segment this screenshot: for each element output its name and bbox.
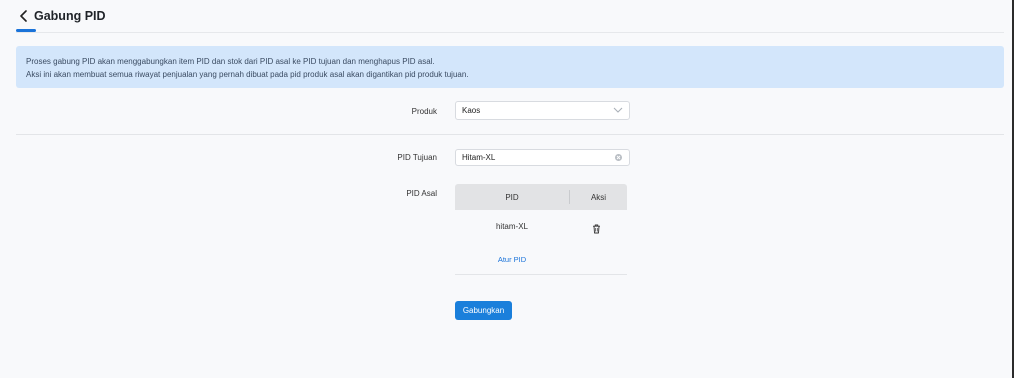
gabungkan-button[interactable]: Gabungkan xyxy=(455,301,512,320)
pid-asal-table: PID Aksi hitam-XL Atur PID xyxy=(455,184,627,275)
table-header: PID Aksi xyxy=(455,184,627,210)
pid-tujuan-value: Hitam-XL xyxy=(462,153,496,162)
produk-select-value: Kaos xyxy=(462,106,481,115)
banner-line-1: Proses gabung PID akan menggabungkan ite… xyxy=(26,57,435,66)
produk-select[interactable]: Kaos xyxy=(455,101,630,120)
section-divider xyxy=(16,134,1004,135)
column-header-pid: PID xyxy=(505,193,519,202)
info-banner: Proses gabung PID akan menggabungkan ite… xyxy=(16,46,1004,88)
page: Gabung PID Proses gabung PID akan mengga… xyxy=(0,0,1012,378)
pid-tujuan-input[interactable]: Hitam-XL xyxy=(455,149,630,166)
page-header: Gabung PID xyxy=(0,0,1012,33)
table-cell-pid: hitam-XL xyxy=(495,222,528,231)
pid-asal-label: PID Asal xyxy=(406,189,437,198)
column-header-aksi: Aksi xyxy=(590,193,607,202)
trash-icon[interactable] xyxy=(592,221,601,239)
clear-icon[interactable] xyxy=(614,153,623,164)
chevron-left-icon[interactable] xyxy=(16,8,30,24)
banner-line-2: Aksi ini akan membuat semua riwayat penj… xyxy=(26,70,469,79)
table-bottom-border xyxy=(455,274,627,275)
header-divider xyxy=(16,32,1004,33)
chevron-down-icon xyxy=(613,106,623,116)
page-title: Gabung PID xyxy=(34,9,106,23)
window-edge xyxy=(1012,0,1024,378)
pid-tujuan-label: PID Tujuan xyxy=(397,153,437,162)
atur-pid-link[interactable]: Atur PID xyxy=(455,255,569,264)
produk-label: Produk xyxy=(411,107,437,116)
